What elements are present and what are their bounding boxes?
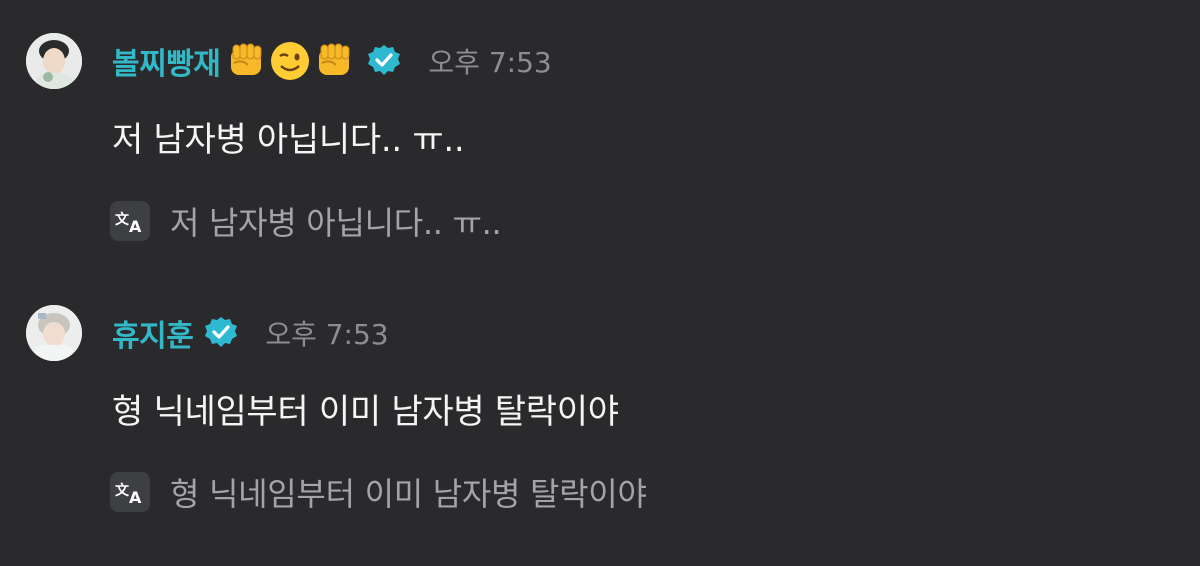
message-header: 볼찌빵재 오후 7:53 <box>112 33 552 89</box>
timestamp: 오후 7:53 <box>428 46 552 79</box>
verified-badge-icon <box>366 43 402 79</box>
translate-icon[interactable]: 文 A <box>110 201 150 241</box>
username[interactable]: 휴지훈 <box>112 311 194 355</box>
raised-fist-icon <box>319 43 350 75</box>
translation-row: 文 A 저 남자병 아닙니다.. ㅠ.. <box>110 198 502 244</box>
avatar[interactable] <box>26 33 82 89</box>
svg-text:A: A <box>129 488 142 506</box>
verified-badge-icon <box>203 315 239 351</box>
avatar-photo <box>26 33 82 89</box>
svg-text:文: 文 <box>115 482 130 499</box>
svg-text:文: 文 <box>115 211 130 228</box>
translation-row: 文 A 형 닉네임부터 이미 남자병 탈락이야 <box>110 469 647 515</box>
avatar[interactable] <box>26 305 82 361</box>
avatar-photo <box>26 305 82 361</box>
username[interactable]: 볼찌빵재 <box>112 39 221 83</box>
translated-text: 저 남자병 아닙니다.. ㅠ.. <box>170 204 502 242</box>
message-header: 휴지훈 오후 7:53 <box>112 305 389 361</box>
translated-text: 형 닉네임부터 이미 남자병 탈락이야 <box>170 475 647 513</box>
username-emojis <box>224 39 356 83</box>
winking-face-icon <box>271 42 310 80</box>
message-text: 저 남자병 아닙니다.. ㅠ.. <box>112 120 465 160</box>
svg-text:A: A <box>129 217 142 235</box>
timestamp: 오후 7:53 <box>265 318 389 351</box>
translate-icon[interactable]: 文 A <box>110 472 150 512</box>
raised-fist-icon <box>231 43 262 75</box>
message-text: 형 닉네임부터 이미 남자병 탈락이야 <box>112 392 619 432</box>
